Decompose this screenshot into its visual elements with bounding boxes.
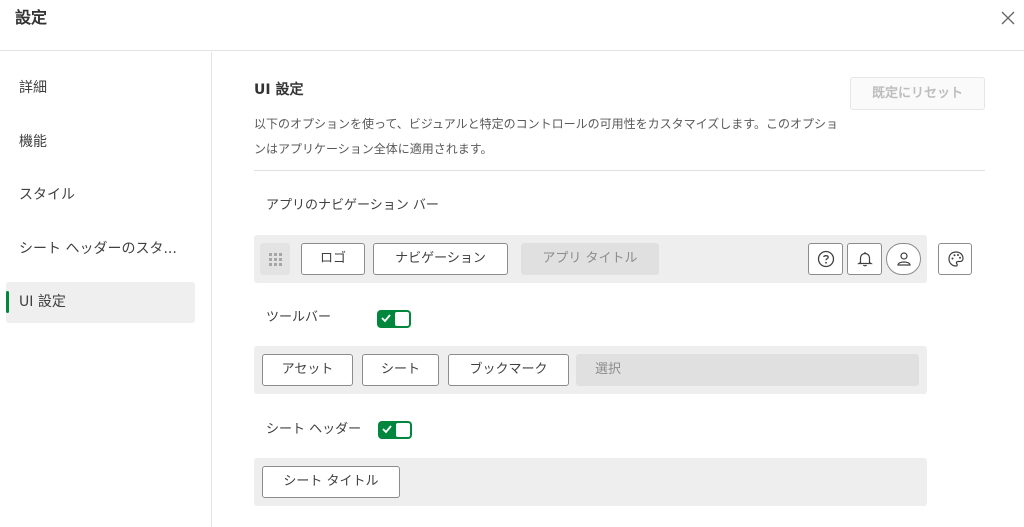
help-icon <box>817 250 835 268</box>
sidebar-item-features[interactable]: 機能 <box>6 122 195 163</box>
dialog-title: 設定 <box>15 8 48 27</box>
bookmark-toggle-chip[interactable]: ブックマーク <box>448 354 569 386</box>
section-divider <box>254 170 985 171</box>
user-profile-button[interactable] <box>886 243 921 275</box>
toolbar-toggle[interactable] <box>377 310 411 328</box>
sheet-toggle-chip[interactable]: シート <box>362 354 439 386</box>
app-navigation-bar-label: アプリのナビゲーション バー <box>266 198 439 213</box>
sheet-header-label: シート ヘッダー <box>266 422 362 437</box>
sheet-header-preview: シート タイトル <box>254 458 927 506</box>
sidebar-item-style[interactable]: スタイル <box>6 175 195 216</box>
settings-main-panel: UI 設定 既定にリセット 以下のオプションを使って、ビジュアルと特定のコントロ… <box>213 52 1024 527</box>
grid-menu-icon[interactable] <box>260 243 290 275</box>
toggle-knob <box>395 422 411 438</box>
reset-to-default-button[interactable]: 既定にリセット <box>850 77 985 110</box>
app-title-chip: アプリ タイトル <box>521 243 659 275</box>
logo-toggle-chip[interactable]: ロゴ <box>301 243 365 275</box>
user-profile-icon <box>897 252 911 266</box>
sheet-header-toggle[interactable] <box>378 421 412 439</box>
toolbar-label: ツールバー <box>266 310 332 325</box>
checkmark-icon <box>381 314 391 323</box>
assets-toggle-chip[interactable]: アセット <box>262 354 353 386</box>
checkmark-icon <box>382 425 392 434</box>
sidebar-item-ui-settings[interactable]: UI 設定 <box>6 282 195 323</box>
sidebar-item-sheet-header-style[interactable]: シート ヘッダーのスタ... <box>6 229 195 270</box>
toolbar-preview: アセット シート ブックマーク 選択 <box>254 346 927 394</box>
close-icon <box>1001 11 1015 25</box>
close-button[interactable] <box>996 6 1020 30</box>
theme-palette-button[interactable] <box>938 243 972 275</box>
section-description: 以下のオプションを使って、ビジュアルと特定のコントロールの可用性をカスタマイズし… <box>254 117 839 156</box>
navigation-toggle-chip[interactable]: ナビゲーション <box>373 243 508 275</box>
settings-sidebar: 詳細 機能 スタイル シート ヘッダーのスタ... UI 設定 <box>0 52 212 527</box>
grip-dots-icon <box>269 253 282 266</box>
app-navigation-bar-preview: ロゴ ナビゲーション アプリ タイトル <box>254 235 927 283</box>
selection-chip: 選択 <box>576 354 919 386</box>
toggle-knob <box>394 311 410 327</box>
section-title: UI 設定 <box>254 82 304 98</box>
sheet-title-toggle-chip[interactable]: シート タイトル <box>262 466 400 498</box>
sidebar-item-details[interactable]: 詳細 <box>6 68 195 109</box>
help-button[interactable] <box>808 243 843 275</box>
dialog-header: 設定 <box>0 0 1024 51</box>
palette-icon <box>948 251 964 267</box>
notification-bell-icon <box>857 252 873 267</box>
notifications-button[interactable] <box>847 243 882 275</box>
